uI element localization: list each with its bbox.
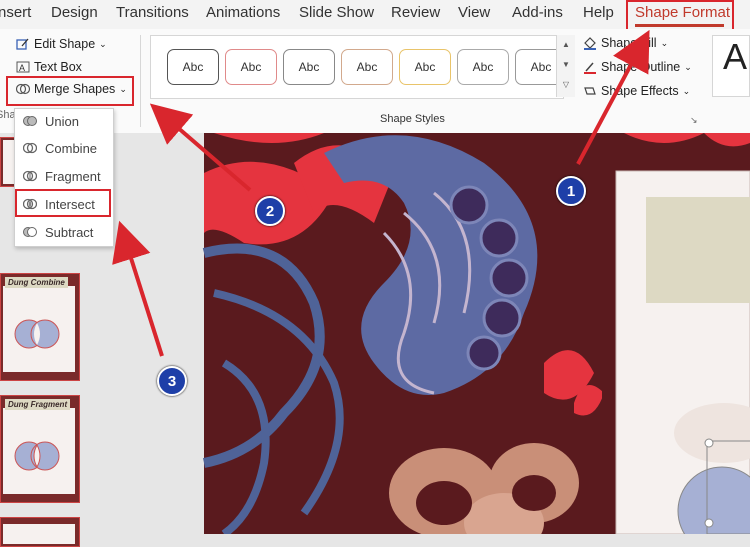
gallery-more-icon[interactable]: ▽ <box>557 75 575 95</box>
edit-shape-icon <box>16 38 29 50</box>
dialog-launcher-icon[interactable]: ↘ <box>690 115 698 126</box>
shape-fill-label: Shape Fill <box>601 36 657 50</box>
tab-insert[interactable]: nsert <box>0 4 31 21</box>
tab-help[interactable]: Help <box>583 4 614 21</box>
highlight-intersect <box>15 189 111 217</box>
shape-style-option[interactable]: Abc <box>399 49 451 85</box>
tab-slide-show[interactable]: Slide Show <box>299 4 374 21</box>
chevron-down-icon: ⌄ <box>682 85 691 96</box>
slide-background-pattern <box>202 133 750 534</box>
edit-shape-button[interactable]: Edit Shape ⌄ <box>16 37 107 51</box>
fragment-icon <box>23 170 37 182</box>
chevron-down-icon: ⌄ <box>99 38 107 49</box>
step-badge-2: 2 <box>255 196 285 226</box>
shape-outline-label: Shape Outline <box>601 60 681 74</box>
fragment-preview-icon <box>14 441 60 471</box>
thumbnail-title: Dung Combine <box>5 277 68 288</box>
tab-animations[interactable]: Animations <box>206 4 280 21</box>
tab-transitions[interactable]: Transitions <box>116 4 189 21</box>
shape-style-option[interactable]: Abc <box>167 49 219 85</box>
shape-styles-group-label: Shape Styles <box>380 113 445 125</box>
shape-style-option[interactable]: Abc <box>457 49 509 85</box>
slide-thumbnail[interactable]: Dung Combine <box>0 273 80 381</box>
text-box-button[interactable]: A Text Box <box>16 60 82 74</box>
shape-styles-gallery: Abc Abc Abc Abc Abc Abc Abc <box>150 35 567 99</box>
shape-style-option[interactable]: Abc <box>341 49 393 85</box>
text-box-icon: A <box>16 61 30 73</box>
merge-shapes-menu: Union Combine Fragment Intersect Subtrac… <box>14 108 114 247</box>
step-badge-1: 1 <box>556 176 586 206</box>
tab-add-ins[interactable]: Add-ins <box>512 4 563 21</box>
scroll-down-icon[interactable]: ▼ <box>557 55 575 75</box>
edit-shape-label: Edit Shape <box>34 37 96 51</box>
shape-effects-icon <box>584 87 596 95</box>
menu-item-label: Subtract <box>45 224 94 240</box>
subtract-icon <box>23 227 37 237</box>
shape-effects-button[interactable]: Shape Effects ⌄ <box>583 84 690 98</box>
shape-effects-label: Shape Effects <box>601 84 679 98</box>
scroll-up-icon[interactable]: ▲ <box>557 35 575 55</box>
menu-item-label: Union <box>45 113 79 129</box>
text-box-label: Text Box <box>34 60 82 74</box>
combine-icon <box>23 142 37 154</box>
svg-text:A: A <box>19 63 25 73</box>
menu-item-label: Fragment <box>45 168 101 184</box>
combine-preview-icon <box>14 319 60 349</box>
slide-thumbnail[interactable] <box>0 517 80 547</box>
tab-design[interactable]: Design <box>51 4 98 21</box>
shape-style-option[interactable]: Abc <box>225 49 277 85</box>
menu-item-fragment[interactable]: Fragment <box>19 165 109 187</box>
paint-bucket-icon <box>584 37 596 50</box>
thumbnail-title: Dung Fragment <box>5 399 71 410</box>
highlight-merge-shapes <box>6 76 134 106</box>
shape-style-option[interactable]: Abc <box>283 49 335 85</box>
menu-item-subtract[interactable]: Subtract <box>19 221 109 243</box>
shape-fill-button[interactable]: Shape Fill ⌄ <box>583 36 668 50</box>
menu-item-combine[interactable]: Combine <box>19 137 109 159</box>
wordart-preview[interactable]: A <box>712 35 750 97</box>
union-icon <box>23 116 37 126</box>
tab-view[interactable]: View <box>458 4 490 21</box>
shape-outline-button[interactable]: Shape Outline ⌄ <box>583 60 692 74</box>
step-badge-3: 3 <box>157 366 187 396</box>
gallery-scroll[interactable]: ▲ ▼ ▽ <box>556 35 575 97</box>
chevron-down-icon: ⌄ <box>684 61 692 72</box>
chevron-down-icon: ⌄ <box>660 37 669 48</box>
ribbon-divider <box>140 35 141 127</box>
tab-review[interactable]: Review <box>391 4 440 21</box>
slide-canvas <box>104 133 750 534</box>
menu-item-union[interactable]: Union <box>19 110 109 132</box>
highlight-shape-format <box>626 0 734 32</box>
menu-item-label: Combine <box>45 140 98 156</box>
slide-thumbnail[interactable]: Dung Fragment <box>0 395 80 503</box>
pen-icon <box>584 62 596 74</box>
